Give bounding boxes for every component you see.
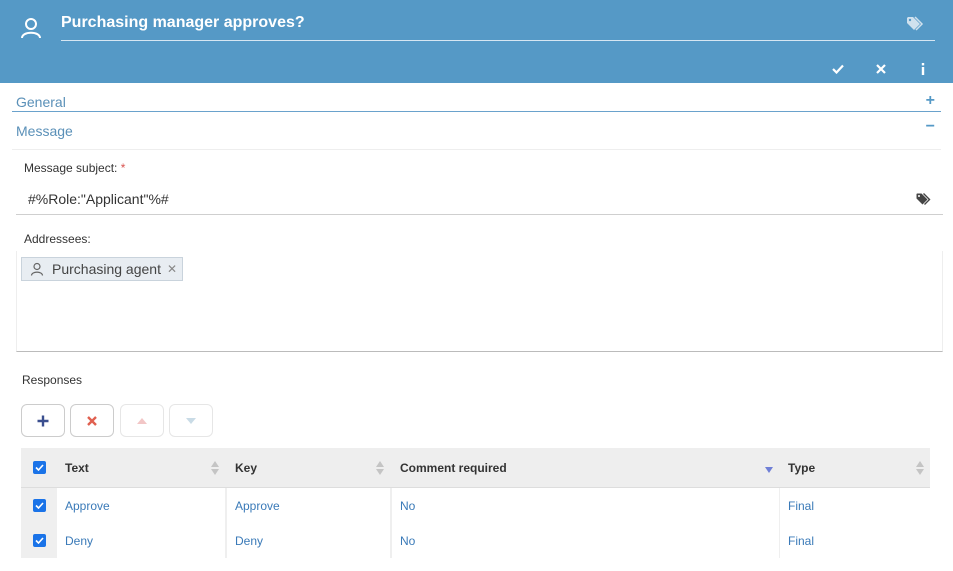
subject-label: Message subject: * (24, 161, 125, 175)
info-button[interactable] (914, 60, 932, 78)
checkbox-checked[interactable] (33, 461, 46, 474)
column-header-comment-required[interactable]: Comment required (392, 448, 779, 487)
column-header-text-label: Text (65, 460, 89, 475)
collapse-icon[interactable]: − (926, 118, 935, 136)
sort-icon[interactable] (916, 460, 924, 476)
addressees-label: Addressees: (24, 232, 91, 246)
check-icon (35, 464, 44, 471)
sort-icon[interactable] (376, 460, 384, 476)
addressee-chip[interactable]: Purchasing agent ✕ (21, 257, 183, 281)
section-general[interactable]: General + (12, 84, 941, 112)
page-title[interactable]: Purchasing manager approves? (61, 14, 305, 32)
subject-input[interactable]: #%Role:"Applicant"%# (28, 191, 169, 207)
user-icon (30, 262, 44, 276)
responses-label: Responses (22, 373, 83, 387)
column-header-comment-label: Comment required (400, 460, 507, 475)
check-icon (832, 64, 844, 74)
column-header-type-label: Type (788, 460, 816, 475)
user-icon (21, 18, 41, 39)
checkbox-checked[interactable] (33, 534, 46, 547)
plus-icon (37, 415, 49, 426)
column-header-key[interactable]: Key (227, 448, 390, 487)
arrow-up-icon (137, 417, 147, 424)
cell-type[interactable]: Final (780, 488, 930, 523)
cancel-button[interactable] (872, 60, 890, 78)
section-message[interactable]: Message − (12, 114, 941, 150)
confirm-button[interactable] (829, 60, 847, 78)
table-row[interactable]: Approve Approve No Final (21, 488, 930, 523)
cell-type[interactable]: Final (780, 523, 930, 558)
sort-desc-icon[interactable] (765, 466, 773, 474)
delete-response-button[interactable] (70, 404, 114, 437)
select-all-checkbox[interactable] (25, 448, 55, 487)
cell-key[interactable]: Deny (227, 523, 390, 558)
arrow-down-icon (186, 417, 196, 424)
cell-key[interactable]: Approve (227, 488, 390, 523)
check-icon (35, 502, 44, 509)
required-marker: * (120, 161, 126, 175)
subject-underline (16, 214, 943, 215)
move-up-button[interactable] (120, 404, 164, 437)
cell-comment-required[interactable]: No (392, 523, 779, 558)
section-general-label: General (16, 94, 66, 110)
tags-icon[interactable] (916, 193, 932, 207)
row-checkbox[interactable] (25, 523, 55, 558)
check-icon (35, 537, 44, 544)
add-response-button[interactable] (21, 404, 65, 437)
cell-text[interactable]: Approve (57, 488, 225, 523)
row-checkbox[interactable] (25, 488, 55, 523)
table-row[interactable]: Deny Deny No Final (21, 523, 930, 558)
table-header: Text Key Comment required Type (21, 448, 930, 488)
addressee-chip-label: Purchasing agent (52, 261, 161, 277)
checkbox-checked[interactable] (33, 499, 46, 512)
subject-label-text: Message subject: (24, 161, 118, 175)
close-icon (87, 415, 97, 426)
section-message-label: Message (16, 123, 73, 139)
expand-icon[interactable]: + (926, 92, 935, 110)
remove-chip-icon[interactable]: ✕ (167, 262, 177, 276)
move-down-button[interactable] (169, 404, 213, 437)
column-header-text[interactable]: Text (57, 448, 225, 487)
info-icon (921, 63, 925, 75)
title-underline (61, 40, 935, 41)
close-icon (876, 64, 886, 74)
column-header-type[interactable]: Type (780, 448, 930, 487)
cell-comment-required[interactable]: No (392, 488, 779, 523)
column-header-key-label: Key (235, 460, 258, 475)
tag-icon[interactable] (906, 16, 924, 32)
dialog-header: Purchasing manager approves? (0, 0, 953, 83)
cell-text[interactable]: Deny (57, 523, 225, 558)
sort-icon[interactable] (211, 460, 219, 476)
